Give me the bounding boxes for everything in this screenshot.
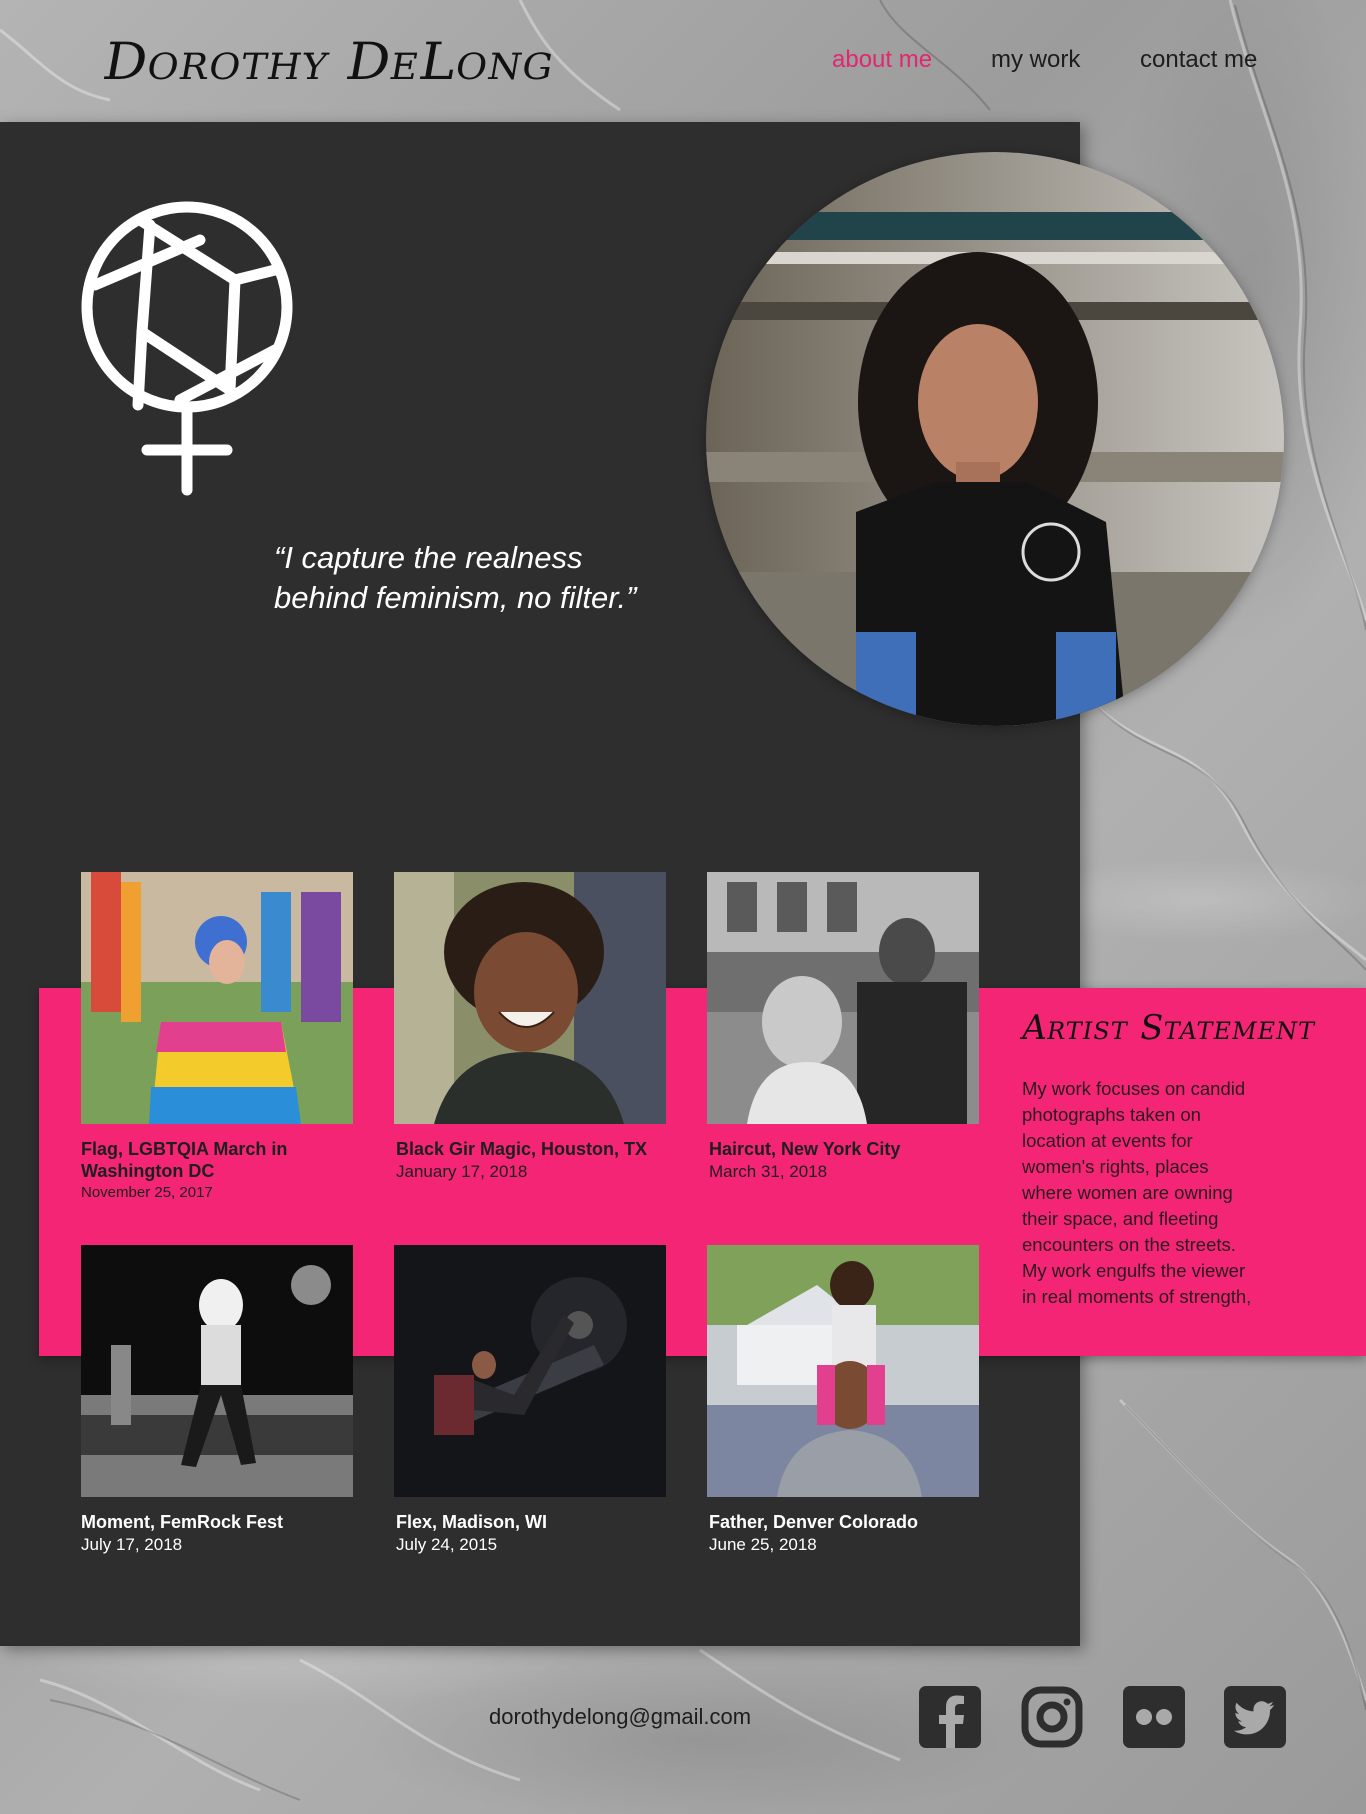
caption-date-father: June 25, 2018 [709, 1535, 817, 1554]
caption-title-haircut: Haircut, New York City [709, 1139, 901, 1159]
artist-statement-title: Artist Statement [1018, 1008, 1320, 1048]
facebook-icon[interactable] [919, 1686, 981, 1748]
caption-date-femrock: July 17, 2018 [81, 1535, 183, 1554]
twitter-icon[interactable] [1224, 1686, 1286, 1748]
caption-date-haircut: March 31, 2018 [709, 1162, 828, 1181]
gallery-photo-flex[interactable] [394, 1245, 666, 1497]
gallery-photo-haircut[interactable] [707, 872, 979, 1124]
instagram-icon[interactable] [1021, 1686, 1083, 1748]
gallery-photo-flag[interactable] [81, 872, 353, 1124]
nav-contact-me[interactable]: contact me [1140, 46, 1257, 74]
gallery-photo-femrock[interactable] [81, 1245, 353, 1497]
caption-date-flag: November 25, 2017 [81, 1184, 213, 1201]
caption-title-line: Flag, LGBTQIA March in [81, 1139, 288, 1159]
contact-email-link[interactable]: dorothydelong@gmail.com [489, 1704, 751, 1730]
caption-date-black-girl-magic: January 17, 2018 [396, 1162, 528, 1181]
statement-line: location at events for [1022, 1130, 1193, 1151]
flickr-icon[interactable] [1123, 1686, 1185, 1748]
statement-line: where women are owning [1022, 1182, 1233, 1203]
gallery-photo-father[interactable] [707, 1245, 979, 1497]
statement-line: women's rights, places [1022, 1156, 1209, 1177]
nav-my-work[interactable]: my work [991, 46, 1080, 74]
caption-title-black-girl-magic: Black Gir Magic, Houston, TX [396, 1139, 648, 1159]
gallery-photo-black-girl-magic[interactable] [394, 872, 666, 1124]
artist-statement-body: My work focuses on candid photographs ta… [1022, 1076, 1272, 1310]
quote-line-1: “I capture the realness [274, 540, 583, 575]
statement-line: their space, and fleeting [1022, 1208, 1219, 1229]
portrait-photo [706, 152, 1284, 726]
hero-quote: “I capture the realness behind feminism,… [274, 538, 654, 618]
quote-line-2: behind feminism, no filter.” [274, 580, 637, 615]
caption-title-flag: Flag, LGBTQIA March in Washington DC [81, 1138, 381, 1182]
statement-line: My work engulfs the viewer [1022, 1260, 1246, 1281]
main-nav: about me my work contact me [0, 46, 1366, 80]
statement-line: in real moments of strength, [1022, 1286, 1252, 1307]
caption-title-femrock: Moment, FemRock Fest [81, 1512, 284, 1532]
statement-line: photographs taken on [1022, 1104, 1201, 1125]
caption-title-line: Washington DC [81, 1161, 215, 1181]
caption-title-father: Father, Denver Colorado [709, 1512, 919, 1532]
camera-aperture-venus-icon [81, 201, 293, 496]
statement-line: encounters on the streets. [1022, 1234, 1236, 1255]
nav-about-me[interactable]: about me [832, 46, 932, 74]
caption-title-flex: Flex, Madison, WI [396, 1512, 548, 1532]
statement-line: My work focuses on candid [1022, 1078, 1246, 1099]
caption-date-flex: July 24, 2015 [396, 1535, 498, 1554]
